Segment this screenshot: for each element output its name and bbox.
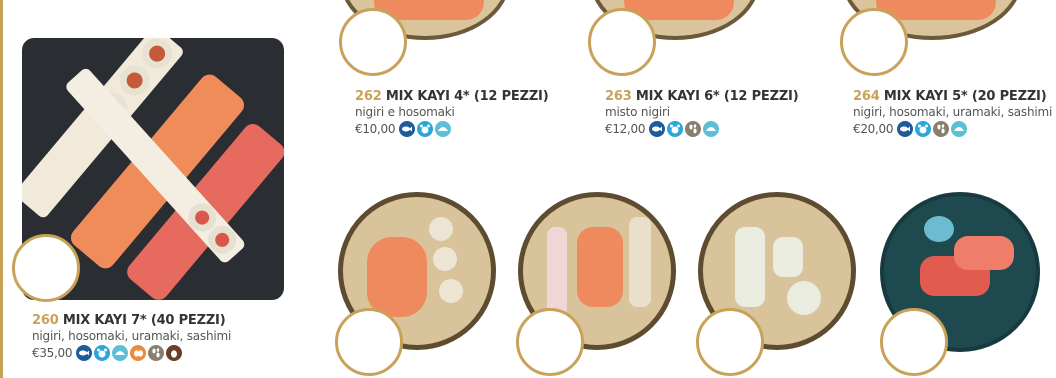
mollusc-icon bbox=[435, 121, 452, 137]
mollusc-icon bbox=[703, 121, 720, 137]
item-description: misto nigiri bbox=[605, 105, 670, 119]
item-description: nigiri, hosomaki, uramaki, sashimi bbox=[32, 329, 232, 343]
item-number: 262 bbox=[355, 89, 382, 104]
crustacean-icon bbox=[417, 121, 434, 137]
fish-icon bbox=[399, 121, 416, 137]
item-badge-bottom-2 bbox=[516, 308, 584, 376]
item-badge-262 bbox=[339, 8, 407, 76]
item-title: 263 MIX KAYI 6* (12 PEZZI) bbox=[605, 89, 799, 104]
page-border-line bbox=[0, 0, 3, 378]
mollusc-icon bbox=[112, 345, 129, 361]
item-badge-bottom-4 bbox=[880, 308, 948, 376]
menu-item-262: 262 MIX KAYI 4* (12 PEZZI) nigiri e hoso… bbox=[355, 89, 549, 137]
menu-item-263: 263 MIX KAYI 6* (12 PEZZI) misto nigiri … bbox=[605, 89, 799, 137]
item-name: MIX KAYI 6* (12 PEZZI) bbox=[635, 89, 799, 104]
fish-icon bbox=[897, 121, 914, 137]
egg-icon bbox=[130, 345, 147, 361]
item-name: MIX KAYI 5* (20 PEZZI) bbox=[883, 89, 1047, 104]
mollusc-icon bbox=[951, 121, 968, 137]
sesame-icon bbox=[148, 345, 165, 361]
item-title: 264 MIX KAYI 5* (20 PEZZI) bbox=[853, 90, 1052, 103]
crustacean-icon bbox=[667, 121, 684, 137]
sesame-icon bbox=[685, 121, 702, 137]
item-price: €10,00 bbox=[355, 122, 396, 136]
item-badge-260 bbox=[12, 234, 80, 302]
item-name: MIX KAYI 4* (12 PEZZI) bbox=[385, 89, 549, 104]
item-badge-bottom-3 bbox=[696, 308, 764, 376]
crustacean-icon bbox=[915, 121, 932, 137]
menu-item-260: 260 MIX KAYI 7* (40 PEZZI) nigiri, hosom… bbox=[32, 314, 231, 361]
item-price: €12,00 bbox=[605, 122, 646, 136]
soy-icon bbox=[166, 345, 183, 361]
item-price: €35,00 bbox=[32, 346, 73, 360]
item-badge-263 bbox=[588, 8, 656, 76]
item-number: 263 bbox=[605, 89, 632, 104]
sesame-icon bbox=[933, 121, 950, 137]
item-badge-bottom-1 bbox=[335, 308, 403, 376]
crustacean-icon bbox=[94, 345, 111, 361]
item-number: 264 bbox=[853, 89, 880, 104]
item-badge-264 bbox=[840, 8, 908, 76]
item-price: €20,00 bbox=[853, 122, 894, 136]
item-title: 262 MIX KAYI 4* (12 PEZZI) bbox=[355, 89, 549, 104]
fish-icon bbox=[649, 121, 666, 137]
fish-icon bbox=[76, 345, 93, 361]
menu-item-264: 264 MIX KAYI 5* (20 PEZZI) nigiri, hosom… bbox=[853, 90, 1052, 137]
item-title: 260 MIX KAYI 7* (40 PEZZI) bbox=[32, 314, 231, 327]
item-name: MIX KAYI 7* (40 PEZZI) bbox=[62, 313, 226, 328]
item-number: 260 bbox=[32, 313, 59, 328]
item-description: nigiri, hosomaki, uramaki, sashimi bbox=[853, 105, 1053, 119]
item-description: nigiri e hosomaki bbox=[355, 105, 455, 119]
